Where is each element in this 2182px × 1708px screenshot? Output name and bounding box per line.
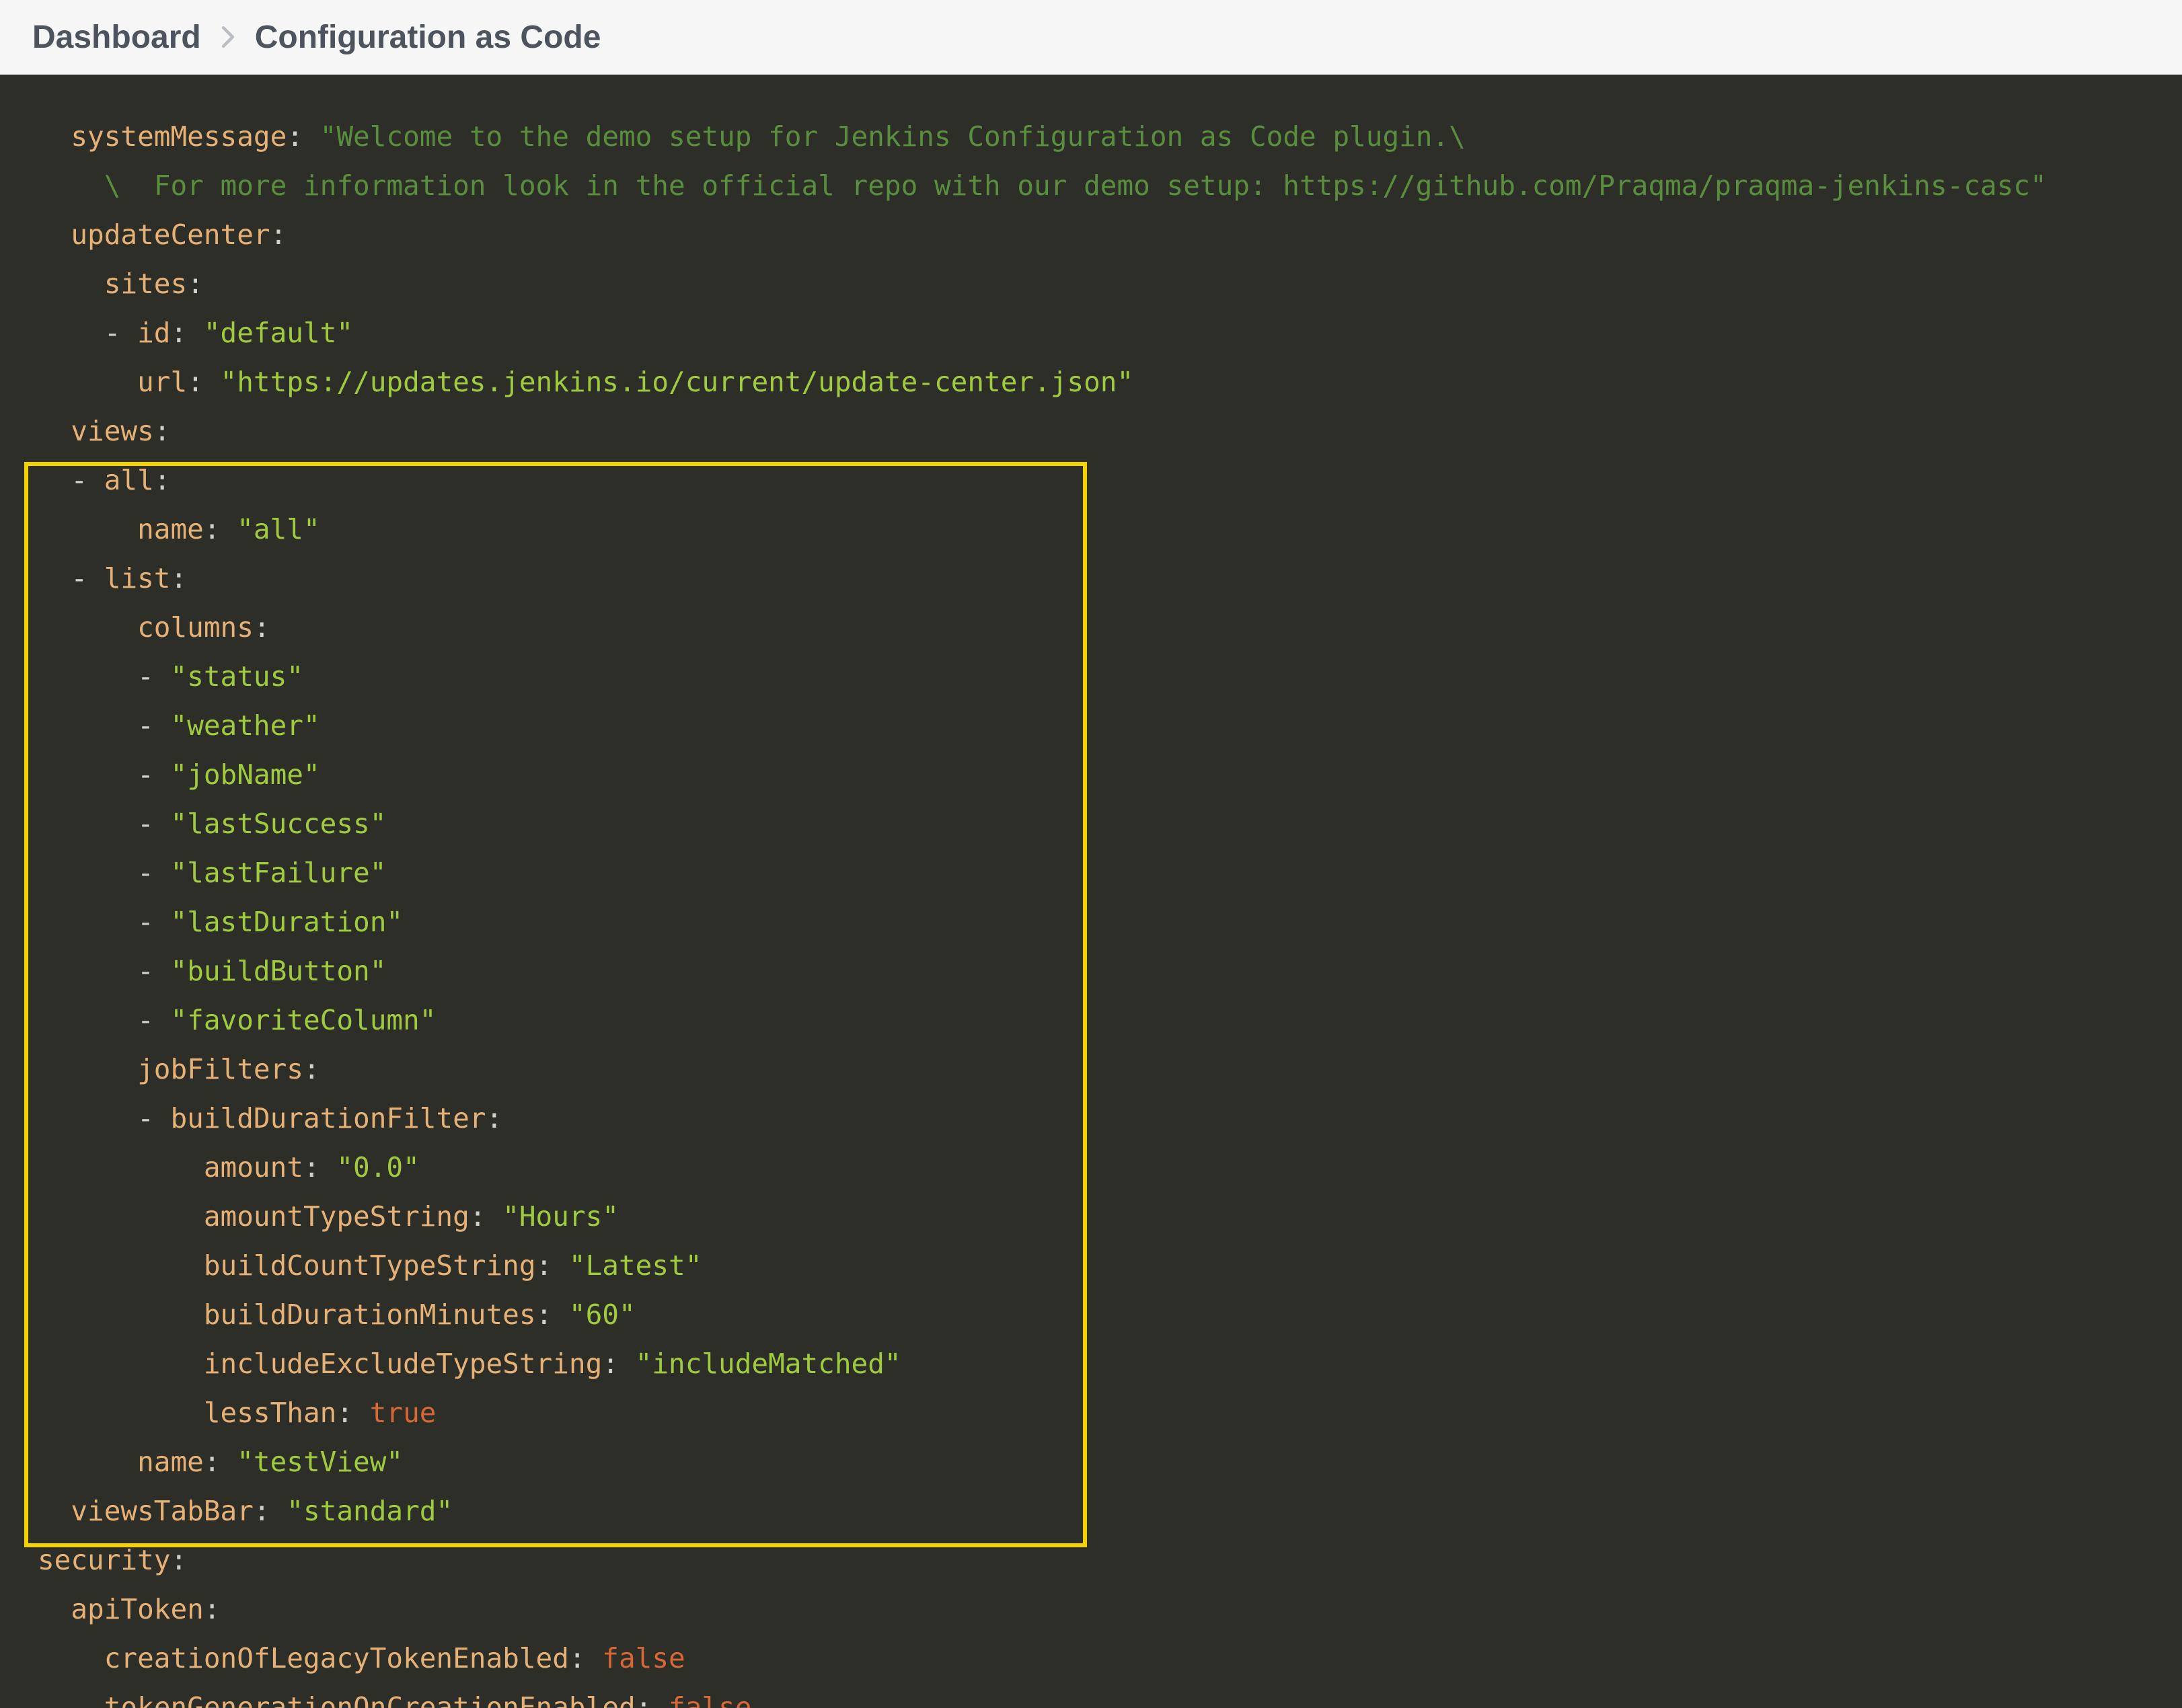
- code-line: buildCountTypeString: "Latest": [0, 1241, 2182, 1290]
- yaml-code-panel: systemMessage: "Welcome to the demo setu…: [0, 75, 2182, 1708]
- code-line: - "jobName": [0, 750, 2182, 800]
- code-line: security:: [0, 1536, 2182, 1585]
- code-line: - list:: [0, 554, 2182, 603]
- code-line: - "lastSuccess": [0, 800, 2182, 849]
- code-line: \ For more information look in the offic…: [0, 161, 2182, 210]
- code-line: - id: "default": [0, 309, 2182, 358]
- breadcrumb-root[interactable]: Dashboard: [32, 19, 201, 56]
- code-line: name: "all": [0, 505, 2182, 554]
- code-line: apiToken:: [0, 1585, 2182, 1634]
- code-line: creationOfLegacyTokenEnabled: false: [0, 1634, 2182, 1683]
- code-line: - "favoriteColumn": [0, 996, 2182, 1045]
- code-line: - "status": [0, 652, 2182, 701]
- code-line: amountTypeString: "Hours": [0, 1192, 2182, 1241]
- code-line: tokenGenerationOnCreationEnabled: false: [0, 1683, 2182, 1708]
- code-line: viewsTabBar: "standard": [0, 1487, 2182, 1536]
- code-line: views:: [0, 407, 2182, 456]
- breadcrumb: Dashboard Configuration as Code: [0, 0, 2182, 75]
- code-line: url: "https://updates.jenkins.io/current…: [0, 358, 2182, 407]
- code-line: - "buildButton": [0, 947, 2182, 996]
- code-line: lessThan: true: [0, 1389, 2182, 1438]
- code-line: updateCenter:: [0, 210, 2182, 260]
- code-line: includeExcludeTypeString: "includeMatche…: [0, 1340, 2182, 1389]
- code-line: - buildDurationFilter:: [0, 1094, 2182, 1143]
- code-line: name: "testView": [0, 1438, 2182, 1487]
- code-line: buildDurationMinutes: "60": [0, 1290, 2182, 1340]
- code-line: - "weather": [0, 701, 2182, 750]
- chevron-right-icon: [201, 26, 255, 48]
- code-line: - "lastDuration": [0, 898, 2182, 947]
- code-line: jobFilters:: [0, 1045, 2182, 1094]
- code-line: amount: "0.0": [0, 1143, 2182, 1192]
- code-line: columns:: [0, 603, 2182, 652]
- code-line: sites:: [0, 260, 2182, 309]
- code-line: - "lastFailure": [0, 849, 2182, 898]
- code-line: - all:: [0, 456, 2182, 505]
- code-line: systemMessage: "Welcome to the demo setu…: [0, 112, 2182, 161]
- breadcrumb-current[interactable]: Configuration as Code: [255, 19, 601, 56]
